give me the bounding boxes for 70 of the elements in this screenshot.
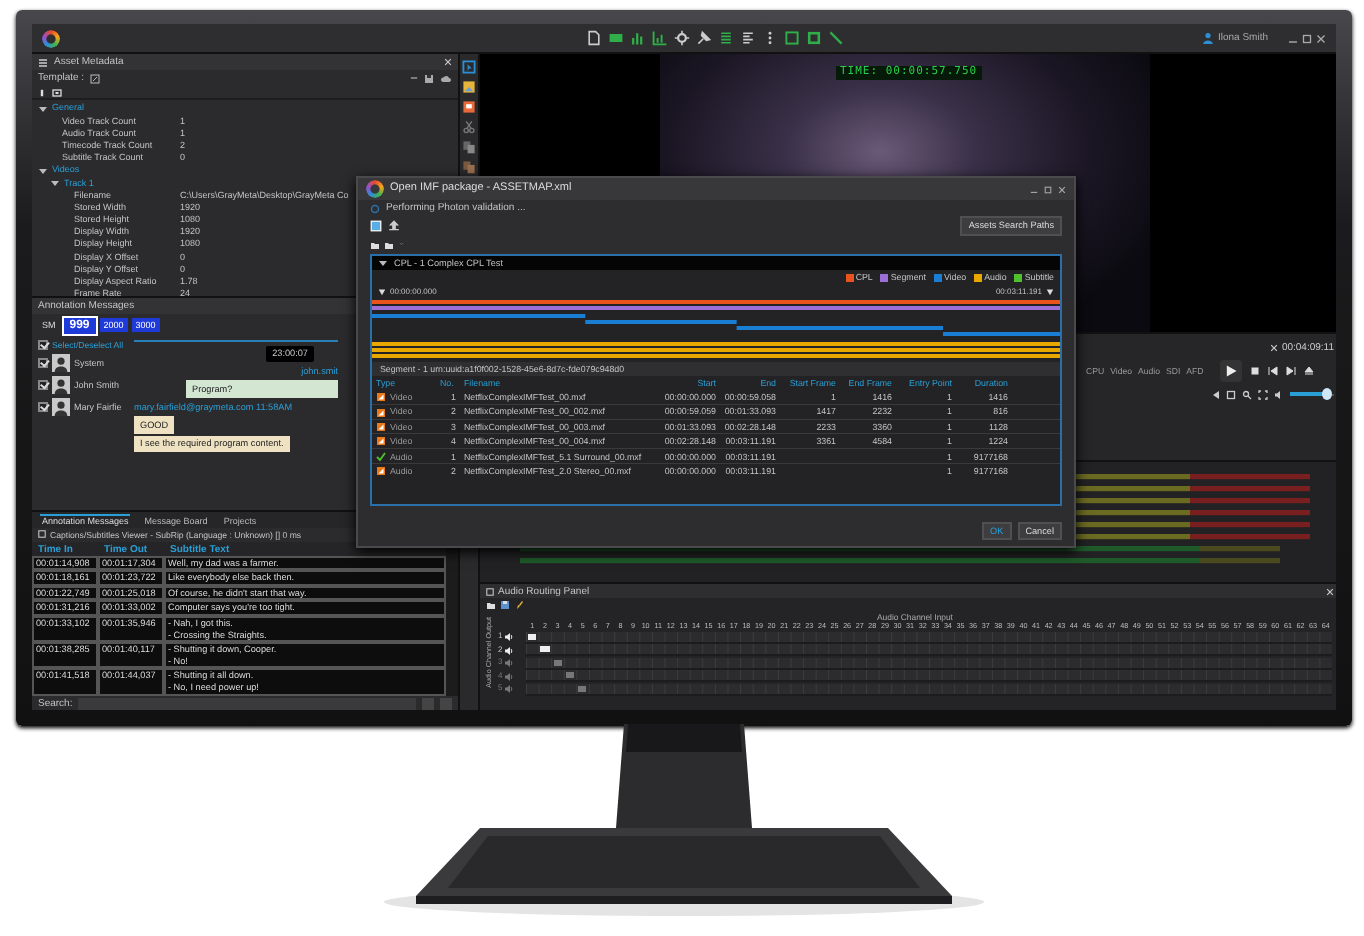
bar-chart-icon[interactable] — [652, 30, 668, 46]
close-icon[interactable] — [1326, 587, 1334, 595]
tile-icon — [376, 421, 386, 432]
square-icon[interactable] — [784, 30, 800, 46]
cloud-icon[interactable] — [440, 73, 452, 83]
search-field[interactable] — [78, 697, 416, 710]
bar-chart-icon[interactable] — [630, 30, 646, 46]
avatar-icon — [52, 398, 70, 417]
image-icon[interactable] — [462, 80, 476, 94]
scissors-icon[interactable] — [462, 120, 476, 134]
frame-icon[interactable] — [52, 87, 62, 97]
volume-icon[interactable] — [1274, 389, 1284, 399]
upload-icon[interactable] — [388, 220, 400, 232]
avatar-icon — [52, 354, 70, 373]
pin-icon[interactable] — [696, 30, 712, 46]
line-icon[interactable] — [828, 30, 844, 46]
volume-slider[interactable] — [1290, 388, 1334, 400]
checkbox[interactable] — [38, 380, 48, 391]
maximize-icon[interactable] — [1302, 33, 1312, 43]
skip-forward-icon[interactable] — [1285, 366, 1296, 376]
tile-icon — [376, 392, 386, 403]
checkbox[interactable] — [38, 340, 48, 351]
fullscreen-icon[interactable] — [1258, 389, 1268, 399]
document-icon[interactable] — [586, 30, 602, 46]
edit-icon[interactable] — [90, 73, 101, 83]
frame-icon[interactable] — [1226, 389, 1236, 399]
checkbox[interactable] — [38, 402, 48, 413]
logo-icon — [42, 29, 60, 47]
minus-icon[interactable] — [410, 74, 418, 82]
image-icon[interactable] — [462, 100, 476, 114]
list-icon[interactable] — [740, 30, 756, 46]
checkbox[interactable] — [38, 358, 48, 369]
avatar-icon — [52, 376, 70, 395]
brush-icon[interactable] — [514, 600, 524, 610]
slider-thumb[interactable] — [1322, 388, 1333, 400]
save-icon[interactable] — [424, 73, 434, 83]
play-icon — [1223, 364, 1238, 378]
captions-icon — [38, 530, 46, 539]
route-marker[interactable] — [528, 633, 537, 640]
save-icon[interactable] — [500, 600, 510, 610]
marker-icon — [1046, 288, 1054, 296]
close-icon[interactable] — [444, 58, 452, 66]
skip-back-icon[interactable] — [1267, 366, 1278, 376]
close-icon[interactable] — [1269, 344, 1278, 352]
cursor-icon[interactable] — [462, 60, 476, 74]
square-icon[interactable] — [806, 30, 822, 46]
route-marker[interactable] — [540, 646, 550, 653]
close-icon[interactable] — [1058, 185, 1066, 193]
tile-icon — [376, 407, 386, 418]
close-icon[interactable] — [1316, 33, 1326, 43]
eject-icon[interactable] — [1303, 366, 1314, 376]
menu-icon[interactable] — [38, 57, 48, 67]
tile-icon — [376, 436, 386, 447]
zoom-icon[interactable] — [1242, 389, 1252, 399]
check-icon — [376, 451, 386, 462]
stop-icon[interactable] — [1249, 366, 1260, 376]
play-button[interactable] — [1219, 360, 1242, 382]
route-marker[interactable] — [553, 659, 562, 666]
rewind-icon[interactable] — [1210, 389, 1220, 399]
route-marker[interactable] — [565, 672, 575, 679]
maximize-icon[interactable] — [1044, 185, 1052, 193]
film-icon[interactable] — [608, 30, 624, 46]
marker-icon[interactable] — [38, 87, 46, 97]
route-marker[interactable] — [578, 685, 587, 692]
tile-icon — [376, 466, 386, 477]
routing-icon — [486, 587, 494, 595]
person-icon — [1201, 32, 1214, 44]
list-icon[interactable] — [718, 30, 734, 46]
spinner-icon — [370, 203, 380, 213]
logo-icon — [366, 180, 384, 198]
